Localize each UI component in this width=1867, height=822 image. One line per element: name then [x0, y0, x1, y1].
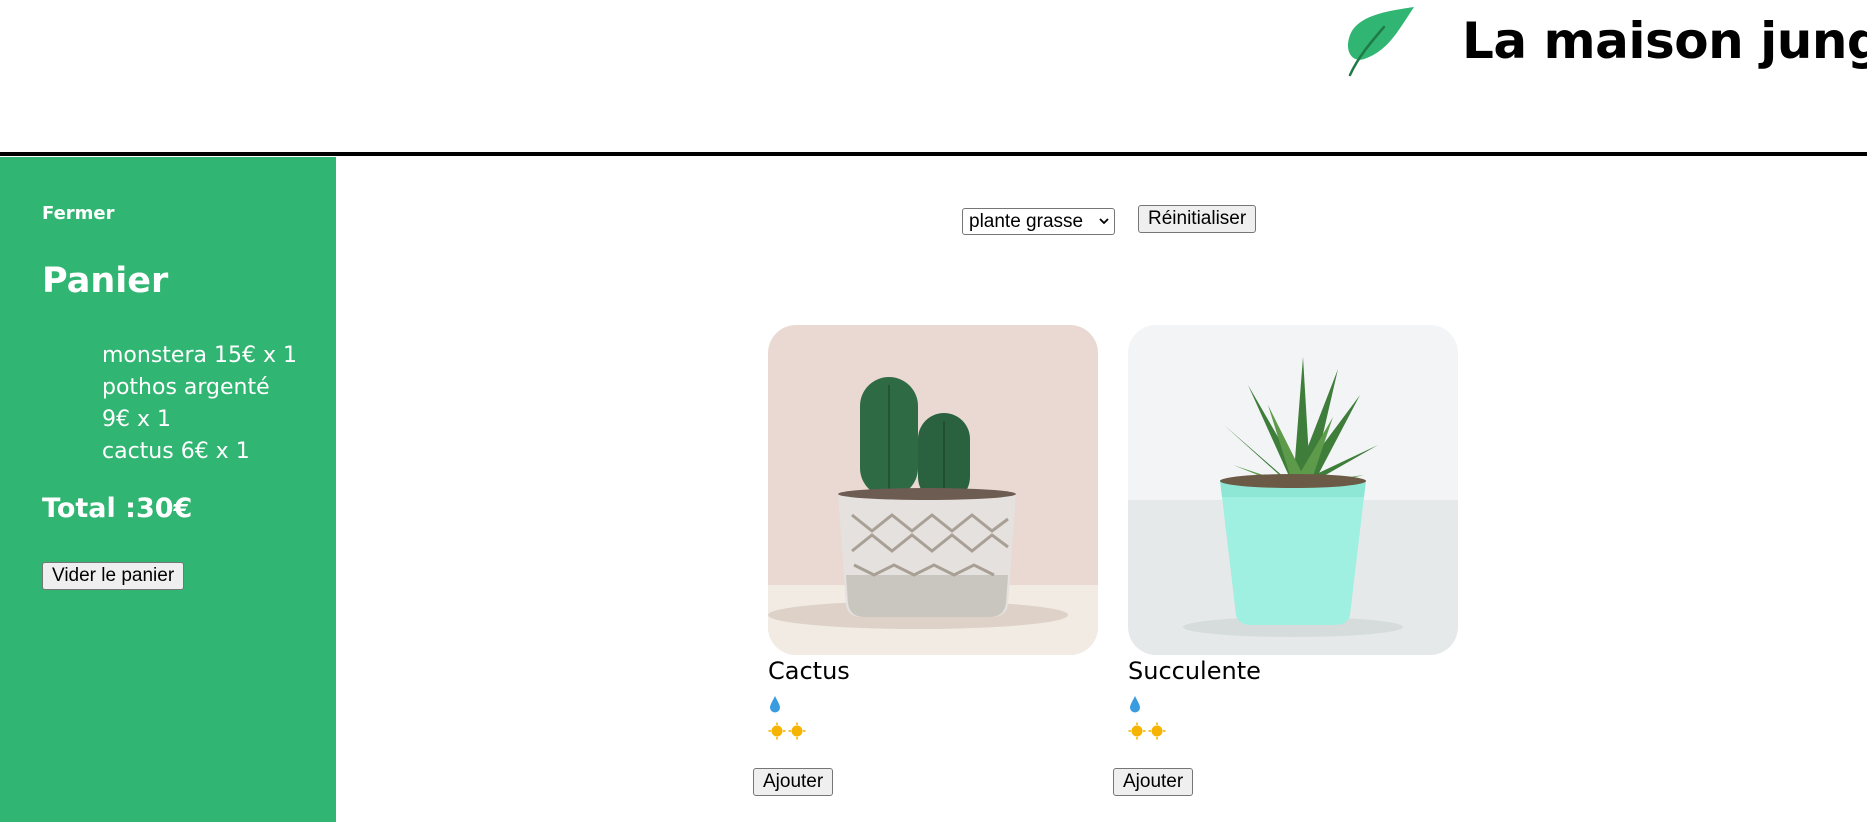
leaf-icon — [1347, 7, 1414, 77]
cart-item: monstera 15€ x 1 — [102, 343, 297, 368]
product-name: Succulente — [1128, 657, 1261, 685]
product-image[interactable] — [768, 325, 1098, 655]
product-card: Succulente Ajouter — [1113, 325, 1458, 796]
cart-title: Panier — [42, 261, 169, 301]
page-header: La maison jungle — [0, 0, 1867, 156]
cart-item: cactus 6€ x 1 — [102, 439, 250, 464]
product-card: Cactus Ajouter — [753, 325, 1098, 796]
add-to-cart-button[interactable]: Ajouter — [753, 768, 834, 796]
sun-icon — [1128, 722, 1146, 740]
site-title: La maison jungle — [1462, 12, 1867, 70]
cart-item-list: monstera 15€ x 1 pothos argenté 9€ x 1 c… — [102, 340, 302, 468]
cart-close-button[interactable]: Fermer — [42, 203, 115, 224]
sun-icon — [788, 722, 806, 740]
chevron-down-icon — [1099, 218, 1109, 225]
sun-icon — [768, 722, 786, 740]
reset-filter-button[interactable]: Réinitialiser — [1138, 205, 1257, 233]
cart-sidebar: Fermer Panier monstera 15€ x 1 pothos ar… — [0, 157, 336, 822]
sun-icon — [1148, 722, 1166, 740]
water-drop-icon — [1130, 696, 1140, 713]
product-image[interactable] — [1128, 325, 1458, 655]
cart-total: Total :30€ — [42, 493, 193, 524]
category-select[interactable]: plante grasse — [962, 208, 1115, 235]
cart-item: pothos argenté 9€ x 1 — [102, 375, 270, 432]
product-name: Cactus — [768, 657, 850, 685]
add-to-cart-button[interactable]: Ajouter — [1113, 768, 1194, 796]
category-select-value: plante grasse — [969, 211, 1084, 232]
water-drop-icon — [770, 696, 780, 713]
empty-cart-button[interactable]: Vider le panier — [42, 562, 185, 590]
